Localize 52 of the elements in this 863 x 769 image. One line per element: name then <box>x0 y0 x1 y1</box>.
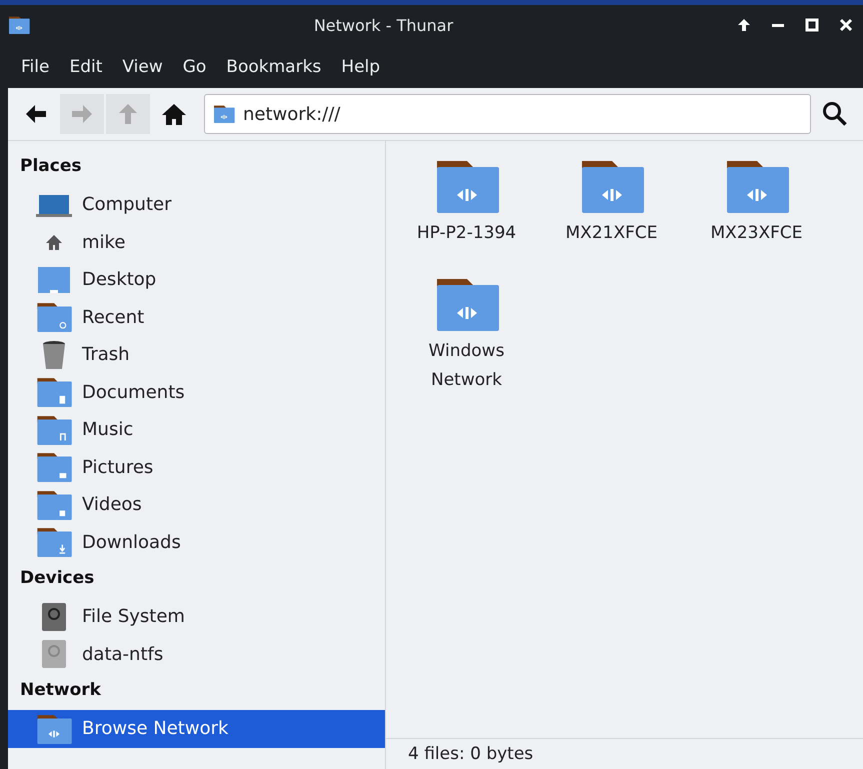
sidebar-item[interactable]: Videos <box>8 486 385 524</box>
location-text: network:/// <box>243 104 340 124</box>
window-title: Network - Thunar <box>312 16 454 34</box>
menu-item[interactable]: Bookmarks <box>219 52 328 80</box>
sidebar-item[interactable]: Music <box>8 411 385 448</box>
menu-item[interactable]: Go <box>176 52 214 80</box>
forward-arrow-icon <box>70 103 94 125</box>
section-heading: Devices <box>19 567 96 590</box>
folder-icon <box>36 714 72 744</box>
network-share-item[interactable]: Windows Network <box>394 277 539 395</box>
folder-icon <box>213 105 235 123</box>
sidebar-item[interactable]: data-ntfs <box>8 636 385 673</box>
location-field[interactable]: network:/// <box>204 94 811 134</box>
folder-icon <box>8 16 30 34</box>
sidebar-item[interactable]: Pictures <box>8 448 385 486</box>
sidebar-item[interactable]: File System <box>8 598 385 636</box>
folder-icon <box>36 452 72 482</box>
up-arrow-icon[interactable] <box>737 18 751 32</box>
folder-icon <box>36 490 72 520</box>
network-share-item[interactable]: MX23XFCE <box>684 159 829 277</box>
sidebar-item[interactable]: Documents <box>8 374 385 411</box>
search-icon <box>822 101 848 127</box>
network-folder-icon <box>434 159 498 213</box>
folder-icon <box>36 377 72 408</box>
sidebar-item[interactable]: Downloads <box>8 524 385 561</box>
folder-icon <box>36 414 72 445</box>
folder-icon <box>36 527 72 558</box>
section-heading: Places <box>19 155 82 178</box>
up-arrow-icon <box>117 102 139 126</box>
back-arrow-icon <box>24 103 48 125</box>
network-share-item[interactable]: HP-P2-1394 <box>394 159 539 277</box>
maximize-icon[interactable] <box>805 18 819 32</box>
close-icon[interactable] <box>839 18 853 32</box>
sidebar-item[interactable]: mike <box>8 224 385 261</box>
sidebar-item[interactable]: Trash <box>8 336 385 374</box>
status-bar: 4 files: 0 bytes <box>386 738 863 769</box>
network-folder-icon <box>724 159 788 213</box>
menu-item[interactable]: Help <box>334 52 388 80</box>
sidebar-item[interactable]: Browse Network <box>8 710 385 748</box>
sidebar-item[interactable]: Desktop <box>8 261 385 298</box>
desktop-icon <box>36 264 72 295</box>
folder-icon <box>36 302 72 332</box>
menu-item[interactable]: Edit <box>62 52 110 80</box>
network-folder-icon <box>434 277 498 331</box>
menu-item[interactable]: File <box>14 52 56 80</box>
home-icon <box>161 102 187 126</box>
menu-item[interactable]: View <box>115 52 170 80</box>
network-share-item[interactable]: MX21XFCE <box>539 159 684 277</box>
network-folder-icon <box>580 159 644 213</box>
section-heading: Network <box>19 679 102 702</box>
sidebar-item[interactable]: Recent <box>8 298 385 336</box>
sidebar-item[interactable]: Computer <box>8 186 385 224</box>
